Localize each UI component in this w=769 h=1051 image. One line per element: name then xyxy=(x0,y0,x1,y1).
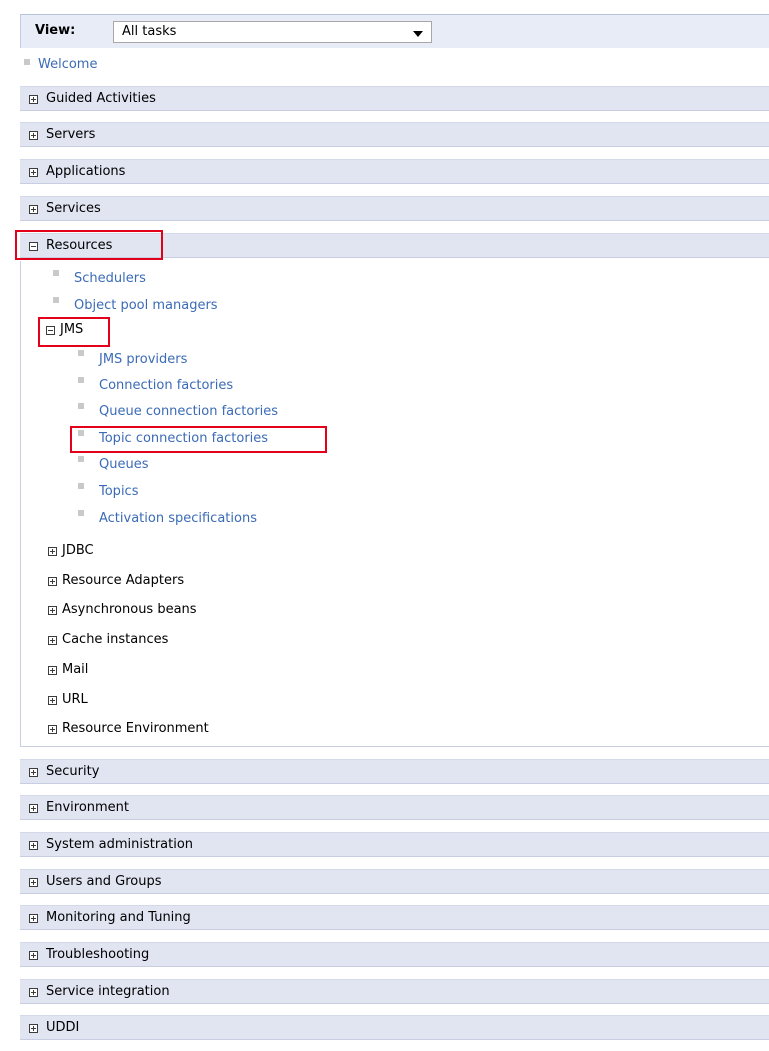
section-users-and-groups[interactable]: Users and Groups xyxy=(20,869,769,894)
section-service-integration[interactable]: Service integration xyxy=(20,979,769,1004)
bullet-icon xyxy=(78,377,84,383)
link-queues[interactable]: Queues xyxy=(99,457,148,472)
expand-icon[interactable] xyxy=(48,725,57,734)
section-label: UDDI xyxy=(46,1020,80,1035)
section-guided-activities[interactable]: Guided Activities xyxy=(20,86,769,111)
expand-icon[interactable] xyxy=(48,547,57,556)
node-label: URL xyxy=(62,692,88,707)
section-label: Applications xyxy=(46,164,126,179)
section-label: Guided Activities xyxy=(46,91,156,106)
section-label: Security xyxy=(46,764,100,779)
section-label: Service integration xyxy=(46,984,170,999)
expand-icon[interactable] xyxy=(29,804,38,813)
node-label: JDBC xyxy=(62,543,94,558)
link-object-pool-managers[interactable]: Object pool managers xyxy=(74,298,218,313)
section-label: Users and Groups xyxy=(46,874,162,889)
section-monitoring-and-tuning[interactable]: Monitoring and Tuning xyxy=(20,905,769,930)
expand-icon[interactable] xyxy=(48,696,57,705)
bullet-icon xyxy=(78,456,84,462)
link-topics[interactable]: Topics xyxy=(99,484,138,499)
link-schedulers[interactable]: Schedulers xyxy=(74,271,146,286)
bullet-icon xyxy=(53,270,59,276)
view-filter-bar: View: All tasks xyxy=(20,14,769,48)
section-label: Servers xyxy=(46,127,96,142)
node-label: Resource Adapters xyxy=(62,573,185,588)
view-select[interactable]: All tasks xyxy=(113,21,432,43)
section-uddi[interactable]: UDDI xyxy=(20,1015,769,1040)
section-security[interactable]: Security xyxy=(20,759,769,784)
expand-icon[interactable] xyxy=(29,131,38,140)
section-environment[interactable]: Environment xyxy=(20,795,769,820)
link-jms-providers[interactable]: JMS providers xyxy=(99,352,187,367)
expand-icon[interactable] xyxy=(29,914,38,923)
section-troubleshooting[interactable]: Troubleshooting xyxy=(20,942,769,967)
expand-icon[interactable] xyxy=(48,666,57,675)
section-label: Resources xyxy=(46,238,113,253)
section-servers[interactable]: Servers xyxy=(20,122,769,147)
expand-icon[interactable] xyxy=(29,768,38,777)
expand-icon[interactable] xyxy=(29,168,38,177)
section-label: System administration xyxy=(46,837,194,852)
expand-icon[interactable] xyxy=(48,606,57,615)
welcome-link[interactable]: Welcome xyxy=(38,57,97,72)
resources-panel xyxy=(20,261,769,747)
expand-icon[interactable] xyxy=(29,205,38,214)
view-select-value: All tasks xyxy=(122,24,177,39)
expand-icon[interactable] xyxy=(48,577,57,586)
section-applications[interactable]: Applications xyxy=(20,159,769,184)
bullet-icon xyxy=(53,297,59,303)
bullet-icon xyxy=(78,350,84,356)
bullet-icon xyxy=(78,430,84,436)
bullet-icon xyxy=(78,510,84,516)
expand-icon[interactable] xyxy=(29,1024,38,1033)
node-label: Asynchronous beans xyxy=(62,602,197,617)
link-queue-connection-factories[interactable]: Queue connection factories xyxy=(99,404,278,419)
node-label: Cache instances xyxy=(62,632,169,647)
chevron-down-icon[interactable] xyxy=(413,31,423,37)
bullet-icon xyxy=(78,403,84,409)
node-label: Mail xyxy=(62,662,89,677)
view-label: View: xyxy=(35,23,76,38)
section-services[interactable]: Services xyxy=(20,196,769,221)
section-label: Environment xyxy=(46,800,130,815)
expand-icon[interactable] xyxy=(29,988,38,997)
link-connection-factories[interactable]: Connection factories xyxy=(99,378,233,393)
expand-icon[interactable] xyxy=(48,636,57,645)
expand-icon[interactable] xyxy=(29,95,38,104)
section-label: Monitoring and Tuning xyxy=(46,910,191,925)
section-system-administration[interactable]: System administration xyxy=(20,832,769,857)
node-label: Resource Environment xyxy=(62,721,209,736)
bullet-icon xyxy=(78,483,84,489)
section-label: Services xyxy=(46,201,101,216)
expand-icon[interactable] xyxy=(29,951,38,960)
collapse-icon[interactable] xyxy=(46,326,55,335)
expand-icon[interactable] xyxy=(29,841,38,850)
bullet-icon xyxy=(24,59,30,65)
link-topic-connection-factories[interactable]: Topic connection factories xyxy=(99,431,268,446)
section-label: Troubleshooting xyxy=(46,947,150,962)
expand-icon[interactable] xyxy=(29,878,38,887)
section-resources[interactable]: Resources xyxy=(20,233,769,258)
node-label: JMS xyxy=(60,322,84,337)
link-activation-specifications[interactable]: Activation specifications xyxy=(99,511,257,526)
collapse-icon[interactable] xyxy=(29,242,38,251)
